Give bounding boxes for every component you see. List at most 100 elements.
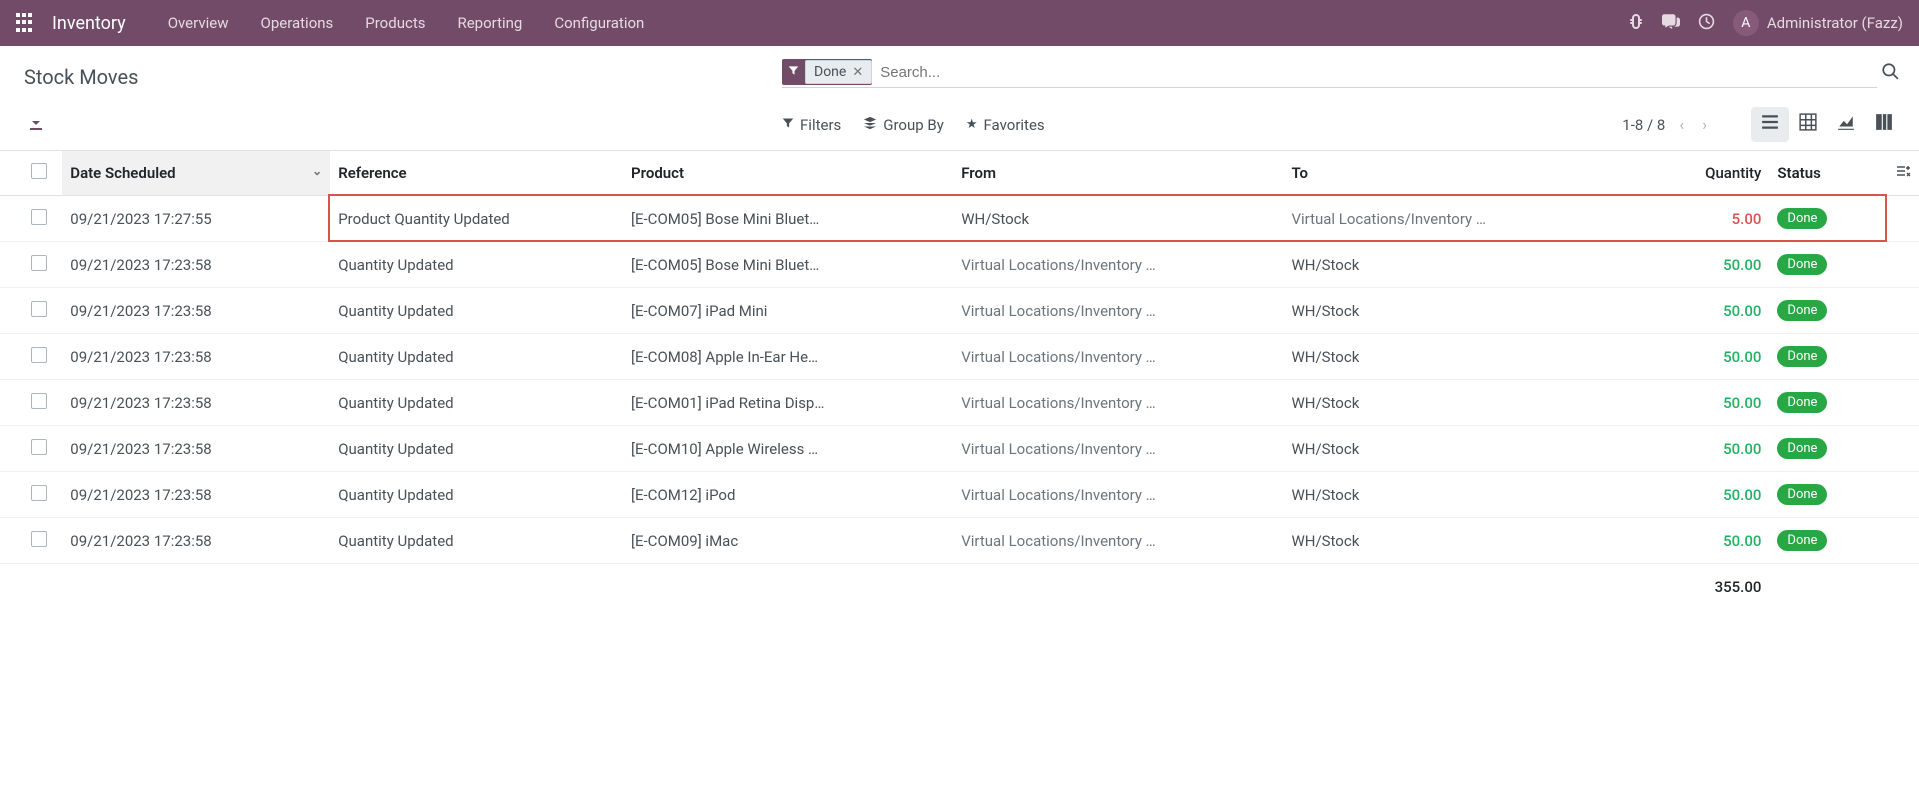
table-row[interactable]: 09/21/2023 17:27:55 Product Quantity Upd… [0, 196, 1919, 242]
search-icon[interactable] [1877, 58, 1903, 89]
row-checkbox[interactable] [31, 439, 47, 455]
apps-icon[interactable] [16, 13, 36, 33]
nav-operations[interactable]: Operations [249, 6, 346, 40]
cell-quantity: 50.00 [1657, 426, 1769, 472]
group-by-button[interactable]: Group By [863, 116, 944, 134]
cell-reference: Product Quantity Updated [330, 196, 623, 242]
quantity-total: 355.00 [1657, 564, 1769, 611]
col-date[interactable]: Date Scheduled ⌄ [62, 151, 330, 196]
row-checkbox[interactable] [31, 347, 47, 363]
table-row[interactable]: 09/21/2023 17:23:58 Quantity Updated [E-… [0, 380, 1919, 426]
search-options: Filters Group By ★ Favorites [782, 116, 1045, 134]
table-row[interactable]: 09/21/2023 17:23:58 Quantity Updated [E-… [0, 334, 1919, 380]
col-from[interactable]: From [953, 151, 1283, 196]
cell-status: Done [1769, 426, 1869, 472]
cell-status: Done [1769, 380, 1869, 426]
filter-chip-label: Done [814, 64, 846, 80]
module-title[interactable]: Inventory [52, 13, 126, 34]
nav-configuration[interactable]: Configuration [542, 6, 656, 40]
search-input[interactable] [878, 60, 1877, 85]
cell-quantity: 50.00 [1657, 334, 1769, 380]
col-quantity[interactable]: Quantity [1657, 151, 1769, 196]
col-status[interactable]: Status [1769, 151, 1869, 196]
row-checkbox[interactable] [31, 301, 47, 317]
cell-quantity: 50.00 [1657, 518, 1769, 564]
cell-quantity: 50.00 [1657, 472, 1769, 518]
cell-date: 09/21/2023 17:23:58 [62, 334, 330, 380]
systray: A Administrator (Fazz) [1628, 10, 1903, 36]
row-checkbox[interactable] [31, 255, 47, 271]
col-product[interactable]: Product [623, 151, 953, 196]
cell-to: Virtual Locations/Inventory … [1283, 196, 1657, 242]
cell-from: Virtual Locations/Inventory … [953, 380, 1283, 426]
search-bar[interactable]: Done ✕ [782, 59, 1877, 88]
debug-icon[interactable] [1628, 13, 1644, 33]
pager: 1-8 / 8 ‹ › [1622, 113, 1711, 136]
table-row[interactable]: 09/21/2023 17:23:58 Quantity Updated [E-… [0, 472, 1919, 518]
row-checkbox[interactable] [31, 209, 47, 225]
cell-reference: Quantity Updated [330, 380, 623, 426]
cell-quantity: 50.00 [1657, 288, 1769, 334]
kanban-view-button[interactable] [1789, 107, 1827, 142]
user-menu[interactable]: A Administrator (Fazz) [1733, 10, 1903, 36]
pager-next[interactable]: › [1698, 113, 1711, 136]
cell-status: Done [1769, 334, 1869, 380]
cell-from: Virtual Locations/Inventory … [953, 242, 1283, 288]
filter-chip-done: Done ✕ [782, 59, 872, 85]
page-title: Stock Moves [24, 59, 782, 89]
col-reference[interactable]: Reference [330, 151, 623, 196]
cell-product: [E-COM12] iPod [623, 472, 953, 518]
row-checkbox[interactable] [31, 531, 47, 547]
top-navbar: Inventory Overview Operations Products R… [0, 0, 1919, 46]
table-row[interactable]: 09/21/2023 17:23:58 Quantity Updated [E-… [0, 288, 1919, 334]
cell-to: WH/Stock [1283, 426, 1657, 472]
cell-status: Done [1769, 288, 1869, 334]
pivot-view-button[interactable] [1865, 107, 1903, 142]
cell-from: Virtual Locations/Inventory … [953, 288, 1283, 334]
cell-date: 09/21/2023 17:23:58 [62, 518, 330, 564]
star-icon: ★ [966, 117, 978, 132]
messaging-icon[interactable] [1662, 12, 1680, 34]
cell-quantity: 50.00 [1657, 242, 1769, 288]
cell-to: WH/Stock [1283, 380, 1657, 426]
list-view-button[interactable] [1751, 107, 1789, 142]
cell-to: WH/Stock [1283, 472, 1657, 518]
export-button[interactable] [24, 113, 782, 137]
col-to[interactable]: To [1283, 151, 1657, 196]
select-all-checkbox[interactable] [31, 163, 47, 179]
nav-reporting[interactable]: Reporting [445, 6, 534, 40]
table-row[interactable]: 09/21/2023 17:23:58 Quantity Updated [E-… [0, 518, 1919, 564]
graph-view-button[interactable] [1827, 107, 1865, 142]
cell-quantity: 5.00 [1657, 196, 1769, 242]
cell-status: Done [1769, 242, 1869, 288]
table-row[interactable]: 09/21/2023 17:23:58 Quantity Updated [E-… [0, 426, 1919, 472]
cell-reference: Quantity Updated [330, 242, 623, 288]
cell-status: Done [1769, 472, 1869, 518]
control-panel: Stock Moves Done ✕ Filters [0, 46, 1919, 151]
table-row[interactable]: 09/21/2023 17:23:58 Quantity Updated [E-… [0, 242, 1919, 288]
cell-to: WH/Stock [1283, 242, 1657, 288]
row-checkbox[interactable] [31, 485, 47, 501]
filter-chip-remove[interactable]: ✕ [852, 65, 863, 80]
cell-to: WH/Stock [1283, 334, 1657, 380]
filters-button[interactable]: Filters [782, 116, 841, 134]
nav-products[interactable]: Products [353, 6, 437, 40]
cell-product: [E-COM07] iPad Mini [623, 288, 953, 334]
view-switcher [1751, 107, 1903, 142]
avatar: A [1733, 10, 1759, 36]
pager-prev[interactable]: ‹ [1675, 113, 1688, 136]
cell-reference: Quantity Updated [330, 288, 623, 334]
cell-reference: Quantity Updated [330, 518, 623, 564]
cell-date: 09/21/2023 17:23:58 [62, 426, 330, 472]
cell-quantity: 50.00 [1657, 380, 1769, 426]
cell-from: WH/Stock [953, 196, 1283, 242]
cell-date: 09/21/2023 17:27:55 [62, 196, 330, 242]
cell-date: 09/21/2023 17:23:58 [62, 380, 330, 426]
pager-value[interactable]: 1-8 / 8 [1622, 116, 1665, 134]
favorites-button[interactable]: ★ Favorites [966, 116, 1045, 134]
cell-date: 09/21/2023 17:23:58 [62, 242, 330, 288]
nav-overview[interactable]: Overview [156, 6, 241, 40]
activities-icon[interactable] [1698, 13, 1715, 34]
optional-fields-icon[interactable] [1895, 165, 1911, 183]
row-checkbox[interactable] [31, 393, 47, 409]
